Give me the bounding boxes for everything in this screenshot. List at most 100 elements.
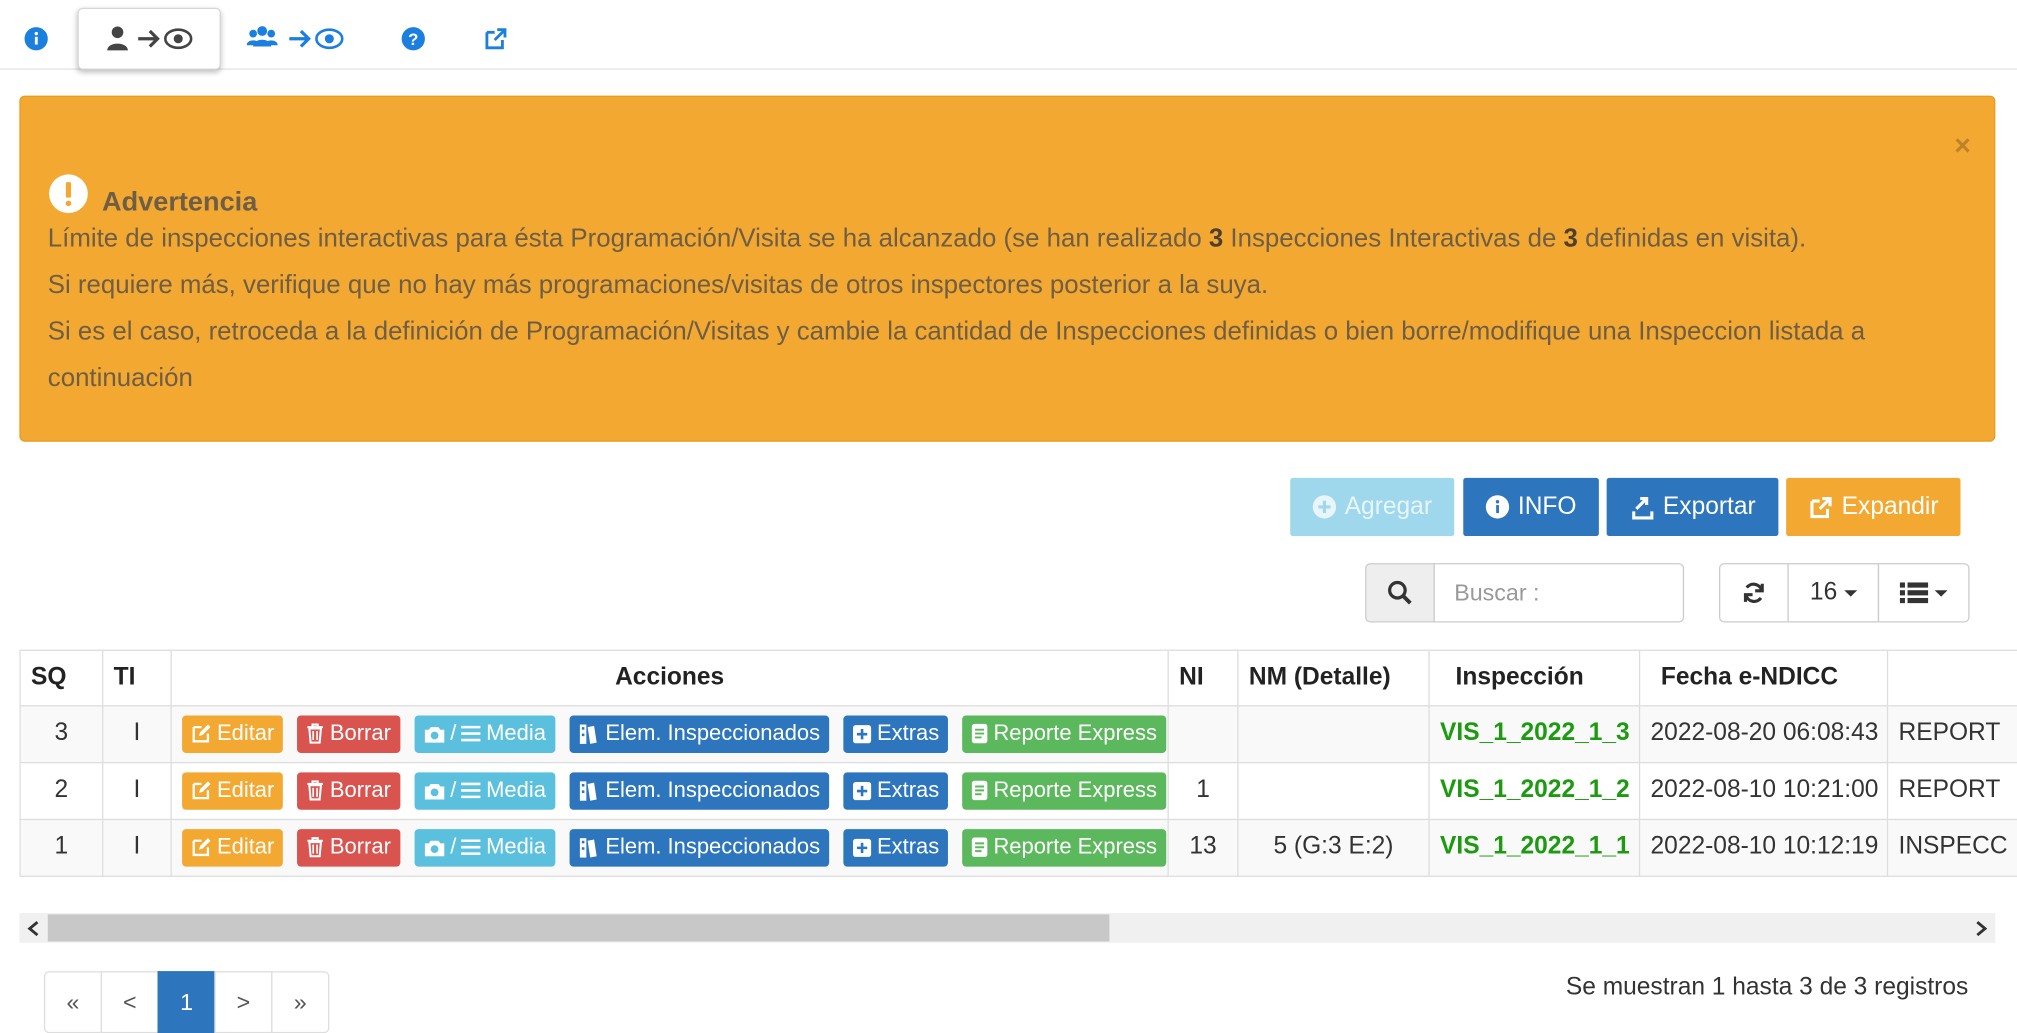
external-link-icon [485, 28, 507, 50]
column-header-inspeccion[interactable]: Inspección [1428, 650, 1641, 706]
edit-button[interactable]: Editar [182, 714, 284, 753]
plus-circle-icon [1313, 495, 1337, 519]
chevron-down-icon [1934, 589, 1948, 597]
tab-users-view[interactable] [240, 8, 354, 70]
page-current-button[interactable]: 1 [157, 971, 216, 1033]
report-icon [972, 723, 988, 744]
page-next-button[interactable]: > [214, 971, 273, 1033]
column-header-ni[interactable]: NI [1167, 650, 1239, 706]
column-header-extra[interactable] [1886, 650, 2017, 706]
chevron-down-icon [1843, 589, 1857, 597]
inspected-elements-icon [579, 837, 597, 857]
scroll-left-icon[interactable] [19, 913, 47, 943]
list-icon [461, 839, 481, 855]
cell-sq: 1 [19, 818, 104, 877]
trash-icon [307, 837, 324, 858]
cell-extra: REPORT [1886, 761, 2017, 820]
media-button[interactable]: / Media [414, 771, 555, 810]
cell-inspection-link[interactable]: VIS_1_2022_1_3 [1428, 704, 1641, 763]
search-addon[interactable] [1365, 563, 1435, 623]
column-header-sq[interactable]: SQ [19, 650, 104, 706]
svg-text:?: ? [408, 30, 418, 49]
cell-inspection-link[interactable]: VIS_1_2022_1_2 [1428, 761, 1641, 820]
exportar-label: Exportar [1662, 492, 1756, 520]
media-button[interactable]: / Media [414, 714, 555, 753]
inspected-elements-icon [579, 723, 597, 744]
refresh-button[interactable] [1718, 563, 1789, 623]
table-row[interactable]: 3 I Editar Borrar / Media Elem. Inspeccionados… [19, 704, 2017, 763]
delete-button[interactable]: Borrar [297, 714, 400, 753]
edit-icon [192, 838, 211, 857]
column-header-ti[interactable]: TI [102, 650, 172, 706]
users-to-eye-icon [246, 26, 344, 50]
media-button[interactable]: / Media [414, 828, 555, 866]
page-size-dropdown[interactable]: 16 [1787, 563, 1880, 623]
cell-sq: 3 [19, 704, 104, 763]
cell-ni: 1 [1167, 761, 1239, 820]
inspected-elements-button[interactable]: Elem. Inspeccionados [569, 828, 830, 866]
column-header-nm[interactable]: NM (Detalle) [1237, 650, 1430, 706]
cell-nm [1237, 761, 1430, 820]
report-icon [972, 837, 988, 857]
expandir-button[interactable]: Expandir [1786, 477, 1961, 536]
delete-button[interactable]: Borrar [297, 828, 400, 866]
cell-inspection-link[interactable]: VIS_1_2022_1_1 [1428, 818, 1641, 877]
edit-button[interactable]: Editar [182, 828, 284, 866]
table-row[interactable]: 2 I Editar Borrar / Media Elem. Inspeccionados… [19, 761, 2017, 820]
express-report-button[interactable]: Reporte Express [962, 714, 1167, 753]
express-report-button[interactable]: Reporte Express [962, 771, 1167, 810]
refresh-icon [1743, 582, 1764, 603]
alert-message: Límite de inspecciones interactivas para… [48, 216, 1959, 402]
table-row[interactable]: 1 I Editar Borrar / Media Elem. Inspeccionados… [19, 818, 2017, 877]
cell-nm: 5 (G:3 E:2) [1237, 818, 1430, 877]
express-report-button[interactable]: Reporte Express [962, 828, 1167, 866]
report-icon [972, 780, 988, 801]
expandir-label: Expandir [1841, 492, 1939, 520]
external-link-icon [1810, 496, 1832, 518]
info-circle-icon [1486, 495, 1510, 519]
cell-extra: INSPECC [1886, 818, 2017, 877]
inspected-elements-button[interactable]: Elem. Inspeccionados [569, 714, 830, 753]
agregar-label: Agregar [1344, 492, 1433, 520]
cell-fecha: 2022-08-10 10:21:00 [1638, 761, 1889, 820]
cell-ti: I [102, 761, 172, 820]
columns-dropdown[interactable] [1877, 563, 1970, 623]
camera-icon [424, 783, 444, 799]
agregar-button[interactable]: Agregar [1290, 477, 1455, 536]
edit-icon [192, 724, 211, 743]
cell-ti: I [102, 704, 172, 763]
page-first-button[interactable]: « [43, 971, 103, 1033]
plus-square-icon [853, 838, 872, 857]
records-summary: Se muestran 1 hasta 3 de 3 registros [1565, 973, 1969, 1001]
exportar-button[interactable]: Exportar [1606, 477, 1779, 536]
page-prev-button[interactable]: < [100, 971, 159, 1033]
extras-button[interactable]: Extras [843, 714, 949, 753]
cell-sq: 2 [19, 761, 104, 820]
extras-button[interactable]: Extras [843, 828, 949, 866]
info-button[interactable]: INFO [1463, 477, 1599, 536]
extras-button[interactable]: Extras [843, 771, 949, 810]
scroll-right-icon[interactable] [1967, 913, 1995, 943]
column-header-fecha[interactable]: Fecha e-NDICC [1638, 650, 1889, 706]
page-size-value: 16 [1809, 578, 1838, 606]
trash-icon [307, 723, 324, 744]
tab-info[interactable] [10, 8, 62, 70]
inspected-elements-button[interactable]: Elem. Inspeccionados [569, 771, 830, 810]
horizontal-scrollbar[interactable] [19, 913, 1996, 943]
inspected-elements-icon [579, 780, 597, 801]
edit-button[interactable]: Editar [182, 771, 284, 810]
cell-extra: REPORT [1886, 704, 2017, 763]
delete-button[interactable]: Borrar [297, 771, 400, 810]
tab-external[interactable] [470, 8, 522, 70]
question-circle-icon: ? [401, 27, 425, 51]
page-last-button[interactable]: » [271, 971, 330, 1033]
tab-help[interactable]: ? [387, 8, 439, 70]
search-icon [1388, 580, 1412, 605]
tab-user-view[interactable] [77, 7, 221, 70]
alert-close-button[interactable]: × [1954, 123, 1971, 169]
search-input[interactable] [1433, 563, 1685, 623]
cell-fecha: 2022-08-10 10:12:19 [1638, 818, 1889, 877]
scrollbar-thumb[interactable] [47, 914, 1110, 942]
info-label: INFO [1517, 492, 1577, 520]
camera-icon [424, 840, 444, 856]
